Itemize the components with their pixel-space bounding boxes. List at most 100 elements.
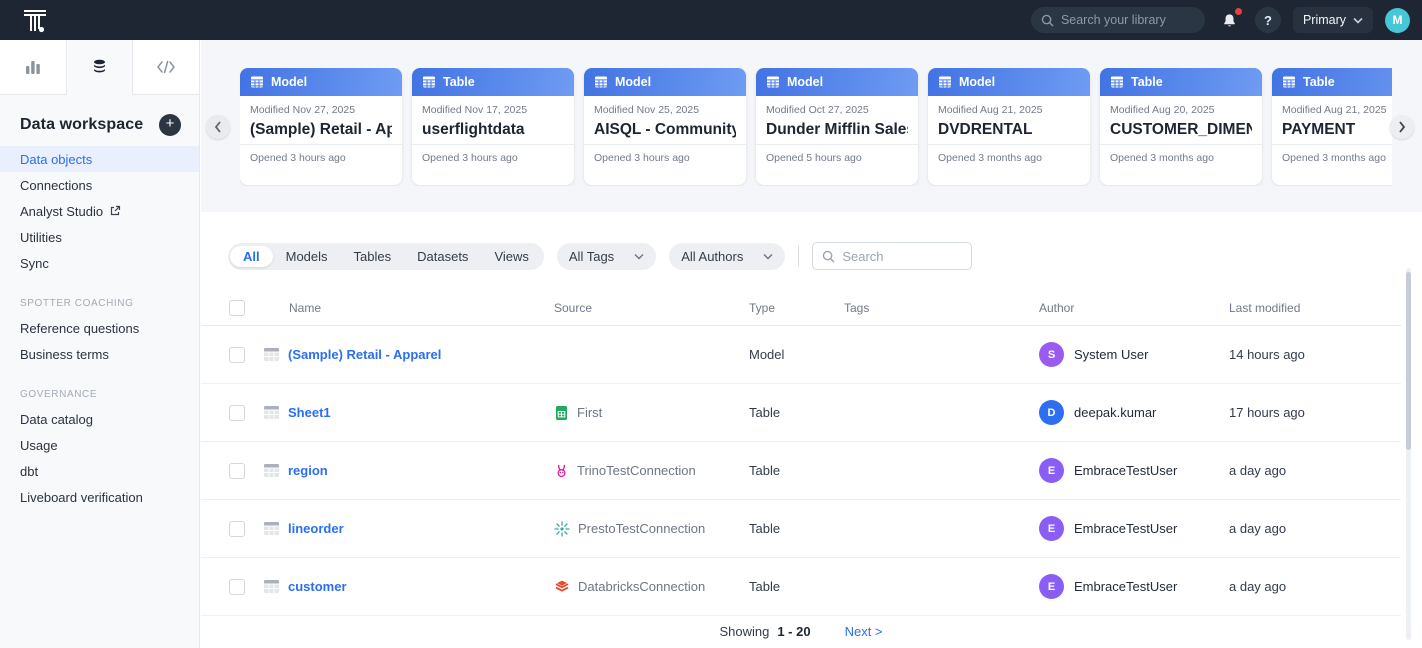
carousel-prev-button[interactable] [206,115,230,139]
card-header: Table [412,68,574,96]
card-title: userflightdata [422,121,564,139]
source-label: DatabricksConnection [578,579,705,594]
card-type-badge: Table [1131,75,1163,89]
table-row-lineorder: lineorder PrestoTestConnection Table E E… [201,500,1401,558]
author-avatar: E [1039,516,1064,541]
chevron-down-icon [763,253,773,260]
filter-tab-tables[interactable]: Tables [341,246,405,267]
row-checkbox[interactable] [229,463,245,479]
column-header-name[interactable]: Name [263,301,554,315]
sidebar-item-reference-questions[interactable]: Reference questions [0,315,199,341]
type-label: Table [749,579,844,594]
source-label: TrinoTestConnection [577,463,696,478]
card-opened-label: Opened 5 hours ago [756,144,918,164]
add-button[interactable]: + [159,114,181,136]
table-search-input[interactable] [842,249,957,264]
tags-filter-dropdown[interactable]: All Tags [557,243,656,270]
sidebar-item-analyst-studio[interactable]: Analyst Studio [0,198,199,224]
library-search-input[interactable] [1061,13,1191,27]
card-opened-label: Opened 3 months ago [1272,144,1392,164]
sidebar-item-data-objects[interactable]: Data objects [0,146,199,172]
card-body: Modified Nov 25, 2025 AISQL - Community [584,96,746,144]
sidebar-item-connections[interactable]: Connections [0,172,199,198]
next-page-link[interactable]: Next > [845,624,883,639]
card-type-badge: Table [443,75,475,89]
sidebar-item-label: Sync [20,256,49,271]
sidebar-item-utilities[interactable]: Utilities [0,224,199,250]
table-header-row: Name Source Type Tags Author Last modifi… [201,290,1401,326]
showing-label: Showing [719,624,769,639]
object-name-link[interactable]: Sheet1 [288,405,331,420]
authors-filter-dropdown[interactable]: All Authors [669,243,785,270]
filter-bar: All Models Tables Datasets Views All Tag… [228,242,972,270]
recent-card[interactable]: Table Modified Aug 20, 2025 CUSTOMER_DIM… [1100,68,1262,185]
author-name: EmbraceTestUser [1074,521,1177,536]
recent-card[interactable]: Model Modified Nov 27, 2025 (Sample) Ret… [240,68,402,185]
environment-selector[interactable]: Primary [1293,7,1373,33]
row-checkbox[interactable] [229,579,245,595]
card-header: Model [928,68,1090,96]
sidebar: Data workspace + Data objects Connection… [0,40,200,648]
sidebar-item-data-catalog[interactable]: Data catalog [0,406,199,432]
sidebar-item-label: dbt [20,464,38,479]
recent-card[interactable]: Table Modified Aug 21, 2025 PAYMENT Open… [1272,68,1392,185]
type-filter-tabs: All Models Tables Datasets Views [228,243,544,270]
author-name: EmbraceTestUser [1074,463,1177,478]
recent-card[interactable]: Table Modified Nov 17, 2025 userflightda… [412,68,574,185]
grid-table-icon [263,463,280,478]
object-name-link[interactable]: customer [288,579,347,594]
select-all-checkbox[interactable] [229,300,245,316]
object-name-link[interactable]: (Sample) Retail - Apparel [288,347,441,362]
scrollbar-thumb[interactable] [1406,272,1411,450]
search-icon [822,250,835,263]
source-label: PrestoTestConnection [578,521,705,536]
row-checkbox[interactable] [229,347,245,363]
card-title: PAYMENT [1282,121,1392,139]
column-header-author[interactable]: Author [1039,301,1229,315]
filter-tab-views[interactable]: Views [481,246,541,267]
filter-tab-all[interactable]: All [230,246,273,267]
user-avatar[interactable]: M [1385,8,1410,33]
card-title: DVDRENTAL [938,121,1080,139]
row-checkbox[interactable] [229,405,245,421]
last-modified-label: 14 hours ago [1229,347,1401,362]
grid-table-icon [263,579,280,594]
tab-insights[interactable] [0,40,66,95]
sidebar-item-label: Reference questions [20,321,139,336]
table-search[interactable] [812,242,972,270]
object-name-link[interactable]: region [288,463,328,478]
recent-card[interactable]: Model Modified Oct 27, 2025 Dunder Miffl… [756,68,918,185]
sidebar-item-business-terms[interactable]: Business terms [0,341,199,367]
card-opened-label: Opened 3 hours ago [412,144,574,164]
notifications-button[interactable] [1217,7,1243,33]
carousel-next-button[interactable] [1390,115,1414,139]
type-label: Table [749,405,844,420]
sidebar-item-sync[interactable]: Sync [0,250,199,276]
tab-developer[interactable] [132,40,199,95]
filter-tab-datasets[interactable]: Datasets [404,246,481,267]
thoughtspot-logo-icon[interactable] [20,5,50,35]
sidebar-item-liveboard-verification[interactable]: Liveboard verification [0,484,199,510]
sidebar-item-usage[interactable]: Usage [0,432,199,458]
table-row-sheet1: Sheet1 First Table D deepak.kumar 17 hou… [201,384,1401,442]
column-header-type[interactable]: Type [749,301,844,315]
sidebar-item-dbt[interactable]: dbt [0,458,199,484]
column-header-modified[interactable]: Last modified [1229,301,1401,315]
recent-card[interactable]: Model Modified Aug 21, 2025 DVDRENTAL Op… [928,68,1090,185]
card-modified-date: Modified Aug 21, 2025 [938,104,1080,116]
environment-label: Primary [1303,13,1346,27]
grid-table-icon [263,405,280,420]
column-header-tags[interactable]: Tags [844,301,1039,315]
object-name-link[interactable]: lineorder [288,521,344,536]
filter-tab-models[interactable]: Models [273,246,341,267]
library-search[interactable] [1031,7,1205,33]
bar-chart-icon [24,58,42,76]
tab-data[interactable] [66,40,133,95]
recent-card[interactable]: Model Modified Nov 25, 2025 AISQL - Comm… [584,68,746,185]
column-header-source[interactable]: Source [554,301,749,315]
row-checkbox[interactable] [229,521,245,537]
card-title: CUSTOMER_DIMENSION [1110,121,1252,139]
card-opened-label: Opened 3 months ago [928,144,1090,164]
card-body: Modified Aug 21, 2025 DVDRENTAL [928,96,1090,144]
help-button[interactable]: ? [1255,7,1281,33]
